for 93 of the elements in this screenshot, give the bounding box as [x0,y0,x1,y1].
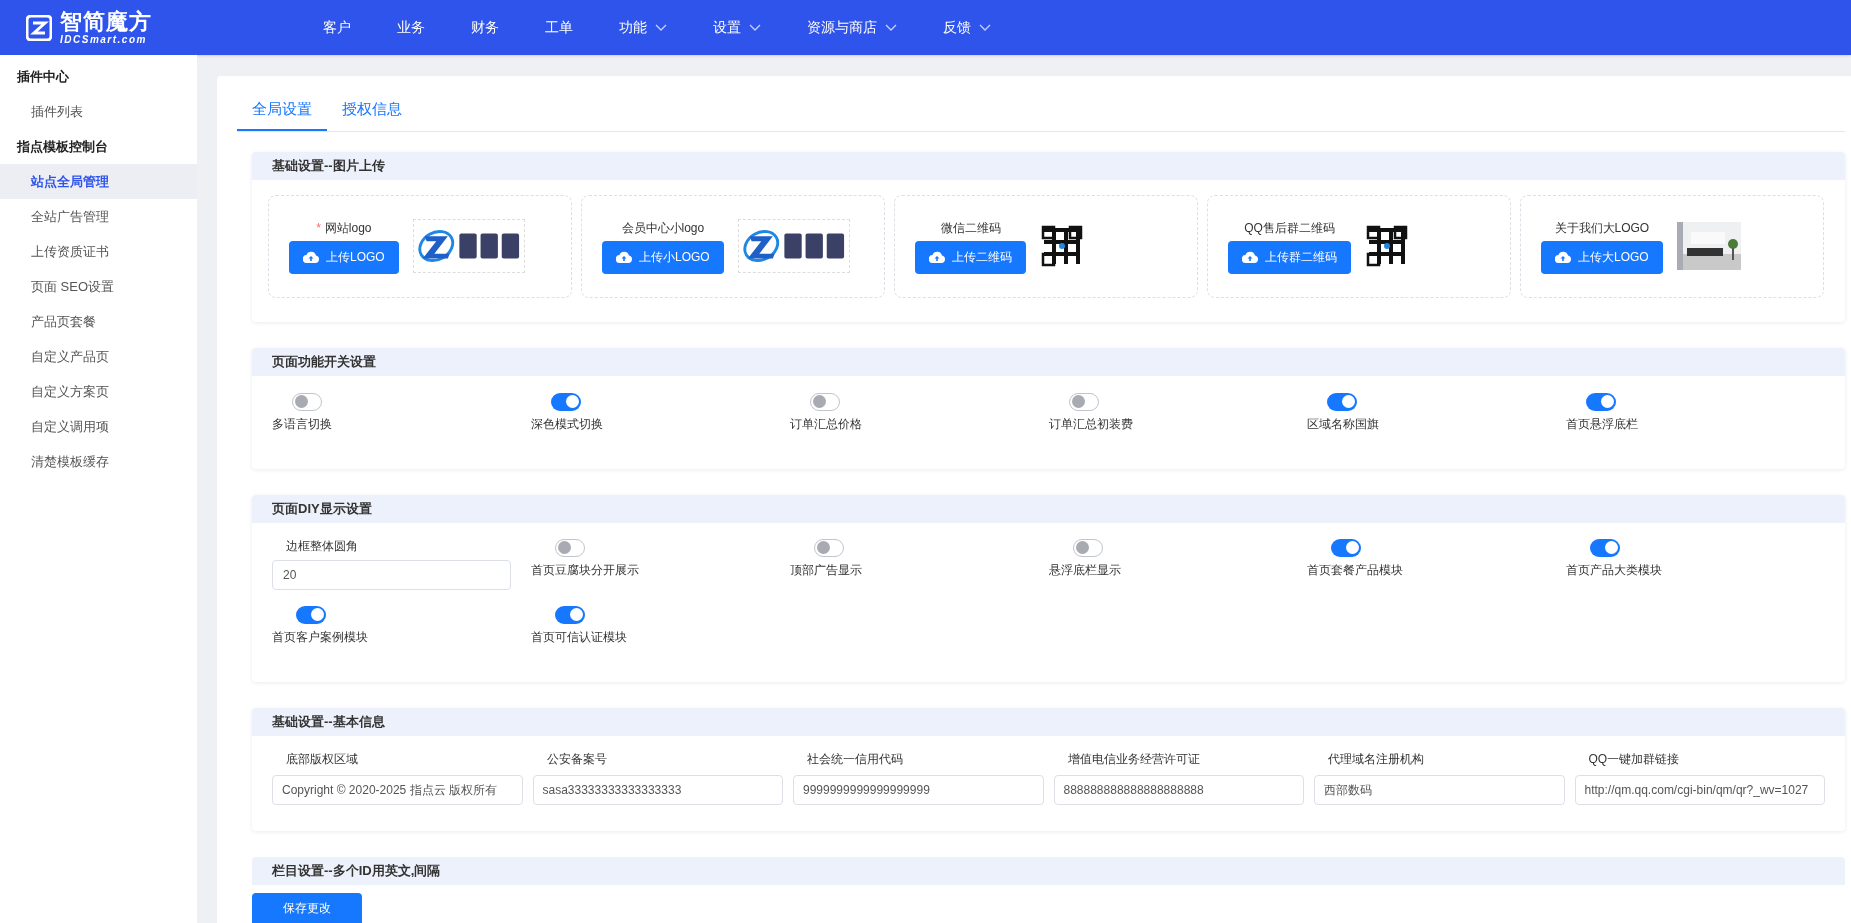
tab[interactable]: 授权信息 [327,98,417,131]
sidebar-item[interactable]: 插件列表 [0,94,197,129]
input-field[interactable]: http://qm.qq.com/cgi-bin/qm/qr?_wv=1027 [1574,774,1825,805]
upload-cloud-icon [616,251,632,263]
chevron-down-icon [885,23,897,32]
field-label: 边框整体圆角 [285,537,359,555]
upload-button[interactable]: 上传LOGO [289,240,399,274]
field-label: 底部版权区域 [285,750,359,768]
switch-label: 首页可信认证模块 [530,628,628,646]
input-field[interactable]: 20 [272,559,511,590]
chevron-down-icon [655,23,667,32]
toggle-switch[interactable] [550,392,581,411]
nav-item[interactable]: 业务 [374,17,448,38]
toggle-switch[interactable] [1327,392,1358,411]
sidebar-item[interactable]: 产品页套餐 [0,304,197,339]
field-label: 公安备案号 [545,750,608,768]
sidebar-item[interactable]: 上传资质证书 [0,234,197,269]
upload-button[interactable]: 上传二维码 [915,240,1026,274]
save-button[interactable]: 保存更改 [252,893,362,923]
brand-logo-icon [26,14,52,41]
sidebar-item[interactable]: 清楚模板缓存 [0,444,197,479]
nav-item[interactable]: 功能 [596,17,690,38]
qr-code-icon [1040,224,1084,268]
upload-cloud-icon [1555,251,1571,263]
upload-label: 会员中心小logo [621,219,705,237]
upload-button[interactable]: 上传群二维码 [1228,240,1351,274]
switch-label: 首页套餐产品模块 [1307,561,1405,579]
upload-label: 网站logo [324,219,372,237]
toggle-switch[interactable] [292,392,322,411]
sidebar-item[interactable]: 页面 SEO设置 [0,269,197,304]
switch-label: 悬浮底栏显示 [1048,561,1122,579]
toggle-switch[interactable] [1331,538,1362,557]
field-label: 社会统一信用代码 [806,750,904,768]
sidebar-item[interactable]: 全站广告管理 [0,199,197,234]
switch-label: 深色模式切换 [530,415,604,433]
upload-label: QQ售后群二维码 [1244,219,1335,237]
toggle-switch[interactable] [1068,392,1099,411]
brand-domain: IDCSmart.com [60,34,148,45]
chevron-down-icon [749,23,761,32]
switch-label: 顶部广告显示 [789,561,863,579]
chevron-down-icon [979,23,991,32]
upload-cloud-icon [303,251,319,263]
section-header: 基础设置--基本信息 [252,707,1845,736]
switch-label: 订单汇总初装费 [1048,415,1134,433]
sidebar-group-title: 指点模板控制台 [15,137,109,156]
field-label: 代理域名注册机构 [1327,750,1425,768]
toggle-switch[interactable] [809,392,840,411]
upload-label: 关于我们大LOGO [1554,219,1650,237]
input-field[interactable]: 西部数码 [1314,774,1565,805]
switch-label: 首页悬浮底栏 [1566,415,1640,433]
nav-item[interactable]: 设置 [690,17,784,38]
sidebar-item[interactable]: 站点全局管理 [0,164,197,199]
brand-name: 智简魔方 [60,10,152,33]
field-label: QQ一键加群链接 [1587,750,1681,768]
upload-label: 微信二维码 [940,219,1001,237]
section-header: 栏目设置--多个ID用英文,间隔 [252,856,1845,885]
toggle-switch[interactable] [296,605,326,624]
section-header: 页面DIY显示设置 [252,494,1845,523]
upload-button[interactable]: 上传小LOGO [602,240,724,274]
sidebar-item[interactable]: 自定义方案页 [0,374,197,409]
nav-item[interactable]: 资源与商店 [784,17,920,38]
switch-label: 多语言切换 [272,415,333,433]
input-field[interactable]: sasa33333333333333333 [532,774,783,805]
toggle-switch[interactable] [554,605,585,624]
nav-item[interactable]: 工单 [522,17,596,38]
nav-item[interactable]: 反馈 [920,17,1014,38]
switch-label: 首页产品大类模块 [1566,561,1664,579]
switch-label: 区域名称国旗 [1307,415,1381,433]
tab[interactable]: 全局设置 [237,98,327,131]
sidebar-group-title: 插件中心 [16,67,70,86]
required-mark: * [316,219,321,237]
sidebar-item[interactable]: 自定义调用项 [0,409,197,444]
input-field[interactable]: Copyright © 2020-2025 指点云 版权所有 [272,774,523,805]
upload-cloud-icon [929,251,945,263]
sidebar-item[interactable]: 自定义产品页 [0,339,197,374]
toggle-switch[interactable] [813,538,844,557]
switch-label: 订单汇总价格 [789,415,863,433]
input-field[interactable]: 888888888888888888888 [1053,774,1304,805]
toggle-switch[interactable] [1072,538,1103,557]
switch-label: 首页豆腐块分开展示 [530,561,640,579]
toggle-switch[interactable] [554,538,585,557]
field-label: 增值电信业务经营许可证 [1066,750,1201,768]
toggle-switch[interactable] [1586,392,1617,411]
input-field[interactable]: 9999999999999999999 [793,774,1044,805]
qr-code-icon [1365,224,1409,268]
section-header: 页面功能开关设置 [252,347,1845,376]
upload-button[interactable]: 上传大LOGO [1541,240,1663,274]
nav-item[interactable]: 财务 [448,17,522,38]
section-header: 基础设置--图片上传 [252,151,1845,180]
upload-cloud-icon [1242,251,1258,263]
toggle-switch[interactable] [1590,538,1621,557]
switch-label: 首页客户案例模块 [272,628,369,646]
nav-item[interactable]: 客户 [300,17,374,38]
